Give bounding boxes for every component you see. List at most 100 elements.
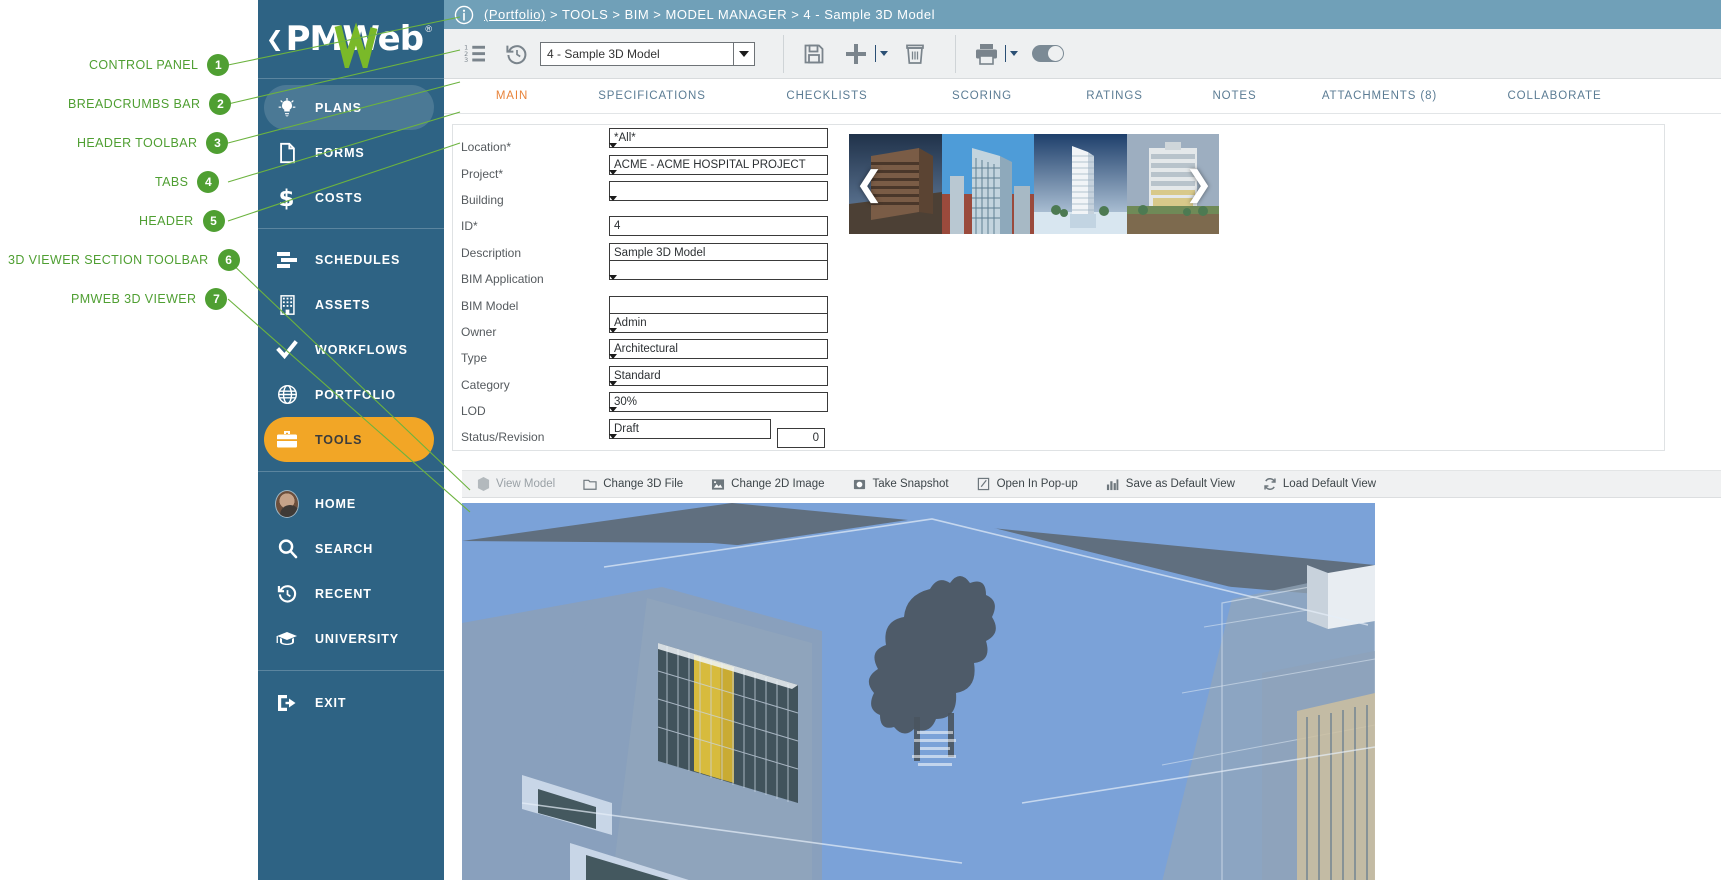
field-value: Architectural	[614, 343, 678, 355]
revision-input[interactable]: 0	[777, 428, 825, 448]
carousel-slide[interactable]: ❮	[849, 134, 942, 234]
logo-swoosh-icon	[286, 22, 418, 68]
field-bim-application: BIM Application	[461, 266, 833, 292]
sidebar-item-workflows[interactable]: WORKFLOWS	[258, 327, 444, 372]
field-label: Owner	[461, 325, 609, 339]
tab-attachments[interactable]: ATTACHMENTS (8)	[1292, 90, 1467, 102]
annotation-label: TABS	[155, 175, 188, 189]
pmweb-3d-viewer[interactable]	[462, 501, 1375, 880]
sidebar-logo[interactable]: ❮ PMWeb ®	[258, 0, 444, 78]
sidebar-item-forms[interactable]: FORMS	[258, 130, 444, 175]
sidebar-item-assets[interactable]: ASSETS	[258, 282, 444, 327]
delete-button[interactable]	[898, 37, 932, 71]
numbered-list-icon[interactable]: 1 2 3	[458, 37, 492, 71]
id-input[interactable]: 4	[609, 216, 828, 236]
tab-scoring[interactable]: SCORING	[912, 90, 1052, 102]
print-button[interactable]	[969, 37, 1003, 71]
annotation-number: 4	[197, 171, 219, 193]
field-value: *All*	[614, 132, 636, 144]
carousel-slide[interactable]: ❯	[1127, 134, 1220, 234]
category-select[interactable]: Standard	[609, 366, 828, 386]
sidebar-item-tools[interactable]: TOOLS	[264, 417, 434, 462]
sidebar-item-exit[interactable]: EXIT	[258, 680, 444, 725]
view-model-button[interactable]: View Model	[476, 477, 555, 491]
bim-application-select[interactable]	[609, 260, 828, 280]
lod-select[interactable]: 30%	[609, 392, 828, 412]
tab-collaborate[interactable]: COLLABORATE	[1467, 90, 1642, 102]
popout-icon	[977, 477, 991, 491]
tabs: MAIN SPECIFICATIONS CHECKLISTS SCORING R…	[444, 79, 1721, 114]
sidebar-item-plans[interactable]: PLANS	[264, 85, 434, 130]
search-icon	[275, 538, 299, 559]
annotation-label: HEADER TOOLBAR	[77, 136, 197, 150]
chevron-down-icon[interactable]	[609, 434, 617, 456]
breadcrumb-root-link[interactable]: (Portfolio)	[484, 7, 546, 22]
annotation-3: HEADER TOOLBAR 3	[77, 132, 228, 154]
carousel-slide[interactable]	[1034, 134, 1127, 234]
control-panel-sidebar: ❮ PMWeb ® PLANS	[258, 0, 444, 880]
check-icon	[275, 340, 299, 360]
change-2d-image-button[interactable]: Change 2D Image	[711, 477, 824, 491]
sidebar-item-label: HOME	[315, 497, 356, 511]
chevron-down-icon[interactable]	[609, 275, 617, 297]
building-select[interactable]	[609, 181, 828, 201]
annotation-number: 2	[209, 93, 231, 115]
status-select[interactable]: Draft	[609, 419, 771, 439]
history-icon[interactable]	[500, 37, 534, 71]
sidebar-item-portfolio[interactable]: PORTFOLIO	[258, 372, 444, 417]
toggle-switch[interactable]	[1032, 45, 1064, 62]
exit-icon	[275, 693, 299, 713]
field-label: Category	[461, 378, 609, 392]
svg-text:3: 3	[464, 57, 468, 64]
sidebar-item-costs[interactable]: $ COSTS	[258, 175, 444, 220]
breadcrumb-trail: > TOOLS > BIM > MODEL MANAGER > 4 - Samp…	[546, 7, 935, 22]
breadcrumb: (Portfolio) > TOOLS > BIM > MODEL MANAGE…	[484, 7, 935, 22]
record-select[interactable]: 4 - Sample 3D Model	[540, 42, 755, 66]
annotation-1: CONTROL PANEL 1	[89, 54, 229, 76]
project-image-carousel[interactable]: ❮	[849, 134, 1219, 234]
type-select[interactable]: Architectural	[609, 339, 828, 359]
save-button[interactable]	[797, 37, 831, 71]
annotation-4: TABS 4	[155, 171, 219, 193]
change-3d-file-button[interactable]: Change 3D File	[583, 477, 683, 491]
sidebar-item-label: UNIVERSITY	[315, 632, 399, 646]
save-default-view-button[interactable]: Save as Default View	[1106, 477, 1235, 491]
chevron-down-icon[interactable]	[733, 43, 754, 65]
chevron-down-icon[interactable]	[609, 196, 617, 218]
header-form-panel: Location* *All* Project* ACME - ACME HOS…	[452, 124, 1665, 451]
info-circle-icon[interactable]	[454, 5, 474, 25]
annotation-5: HEADER 5	[139, 210, 225, 232]
add-dropdown-caret-icon[interactable]	[880, 51, 888, 56]
annotation-label: CONTROL PANEL	[89, 58, 198, 72]
tab-checklists[interactable]: CHECKLISTS	[742, 90, 912, 102]
sidebar-item-label: RECENT	[315, 587, 372, 601]
sidebar-item-recent[interactable]: RECENT	[258, 571, 444, 616]
annotation-2: BREADCRUMBS BAR 2	[68, 93, 231, 115]
chevron-left-icon[interactable]: ❮	[266, 29, 284, 50]
sidebar-item-university[interactable]: UNIVERSITY	[258, 616, 444, 661]
open-in-popup-button[interactable]: Open In Pop-up	[977, 477, 1078, 491]
chevron-right-icon[interactable]: ❯	[1185, 167, 1214, 201]
sidebar-item-search[interactable]: SEARCH	[258, 526, 444, 571]
owner-select[interactable]: Admin	[609, 313, 828, 333]
tab-ratings[interactable]: RATINGS	[1052, 90, 1177, 102]
chevron-left-icon[interactable]: ❮	[855, 167, 884, 201]
add-button[interactable]	[839, 37, 873, 71]
tab-notes[interactable]: NOTES	[1177, 90, 1292, 102]
carousel-slide[interactable]	[942, 134, 1035, 234]
tab-main[interactable]: MAIN	[462, 90, 562, 102]
project-select[interactable]: ACME - ACME HOSPITAL PROJECT	[609, 155, 828, 175]
take-snapshot-button[interactable]: Take Snapshot	[853, 477, 949, 491]
add-split-divider	[875, 45, 876, 62]
location-select[interactable]: *All*	[609, 128, 828, 148]
document-icon	[275, 142, 299, 164]
sidebar-item-label: FORMS	[315, 146, 365, 160]
load-default-view-button[interactable]: Load Default View	[1263, 477, 1376, 491]
lightbulb-icon	[275, 98, 299, 118]
print-dropdown-caret-icon[interactable]	[1010, 51, 1018, 56]
tab-specifications[interactable]: SPECIFICATIONS	[562, 90, 742, 102]
sidebar-item-home[interactable]: HOME	[258, 481, 444, 526]
sidebar-item-schedules[interactable]: SCHEDULES	[258, 237, 444, 282]
field-label: BIM Application	[461, 272, 609, 286]
sidebar-item-label: EXIT	[315, 696, 346, 710]
